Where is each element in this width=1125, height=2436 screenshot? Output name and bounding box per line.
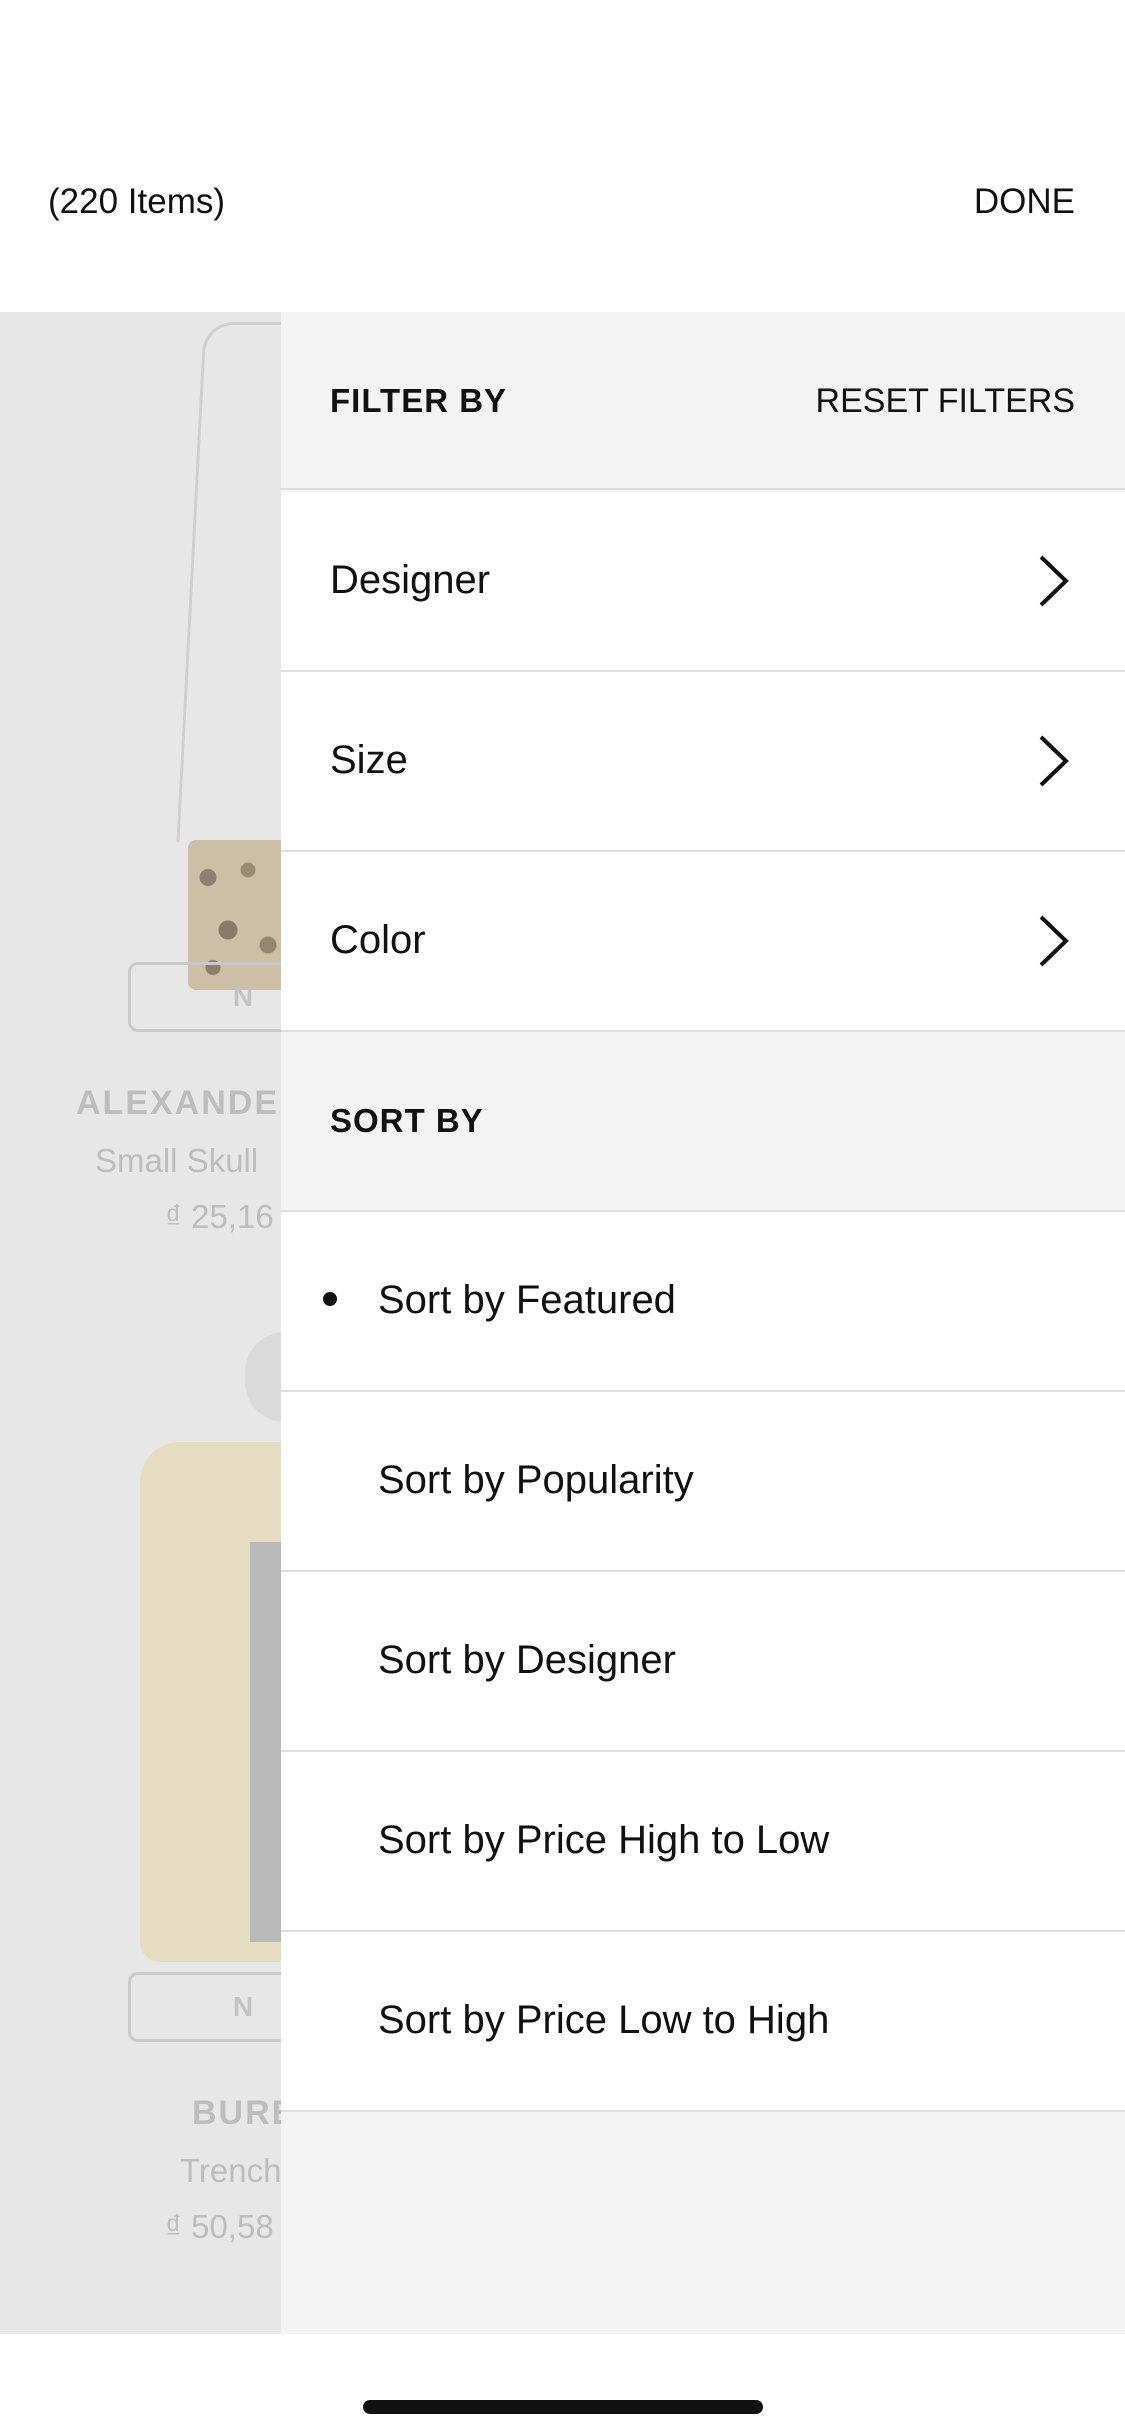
home-indicator[interactable] [363, 2400, 763, 2414]
filter-item-color[interactable]: Color [281, 852, 1125, 1032]
filter-title: FILTER BY [330, 382, 508, 419]
sort-option-featured[interactable]: Sort by Featured [281, 1212, 1125, 1392]
sort-option-label: Sort by Price Low to High [378, 1998, 830, 2042]
sort-option-label: Sort by Popularity [378, 1458, 694, 1502]
sort-option-popularity[interactable]: Sort by Popularity [281, 1392, 1125, 1572]
results-header: (220 Items) DONE [0, 0, 1125, 312]
filter-item-designer[interactable]: Designer [281, 492, 1125, 672]
sort-option-price-high-low[interactable]: Sort by Price High to Low [281, 1752, 1125, 1932]
bottom-bar [0, 2334, 1125, 2436]
sort-option-label: Sort by Featured [378, 1278, 676, 1322]
sort-option-label: Sort by Designer [378, 1638, 676, 1682]
sort-header: SORT BY [281, 1032, 1125, 1212]
selected-bullet-icon [323, 1292, 337, 1306]
items-count: (220 Items) [48, 182, 225, 221]
sort-option-label: Sort by Price High to Low [378, 1818, 830, 1862]
sort-title: SORT BY [330, 1102, 484, 1139]
filter-item-label: Color [330, 918, 426, 962]
reset-filters-button[interactable]: RESET FILTERS [816, 382, 1075, 421]
sort-option-price-low-high[interactable]: Sort by Price Low to High [281, 1932, 1125, 2112]
filter-item-label: Designer [330, 558, 491, 602]
chevron-right-icon [1039, 555, 1069, 607]
done-button[interactable]: DONE [974, 182, 1075, 222]
sort-option-designer[interactable]: Sort by Designer [281, 1572, 1125, 1752]
filter-item-size[interactable]: Size [281, 672, 1125, 852]
product-name: Trench [180, 2152, 282, 2189]
product-price: ₫ 50,58 [165, 2208, 274, 2245]
filter-panel: FILTER BY RESET FILTERS Designer Size Co… [281, 312, 1125, 2334]
filter-header: FILTER BY RESET FILTERS [281, 312, 1125, 490]
chevron-right-icon [1039, 735, 1069, 787]
filter-item-label: Size [330, 738, 408, 782]
chevron-right-icon [1039, 915, 1069, 967]
